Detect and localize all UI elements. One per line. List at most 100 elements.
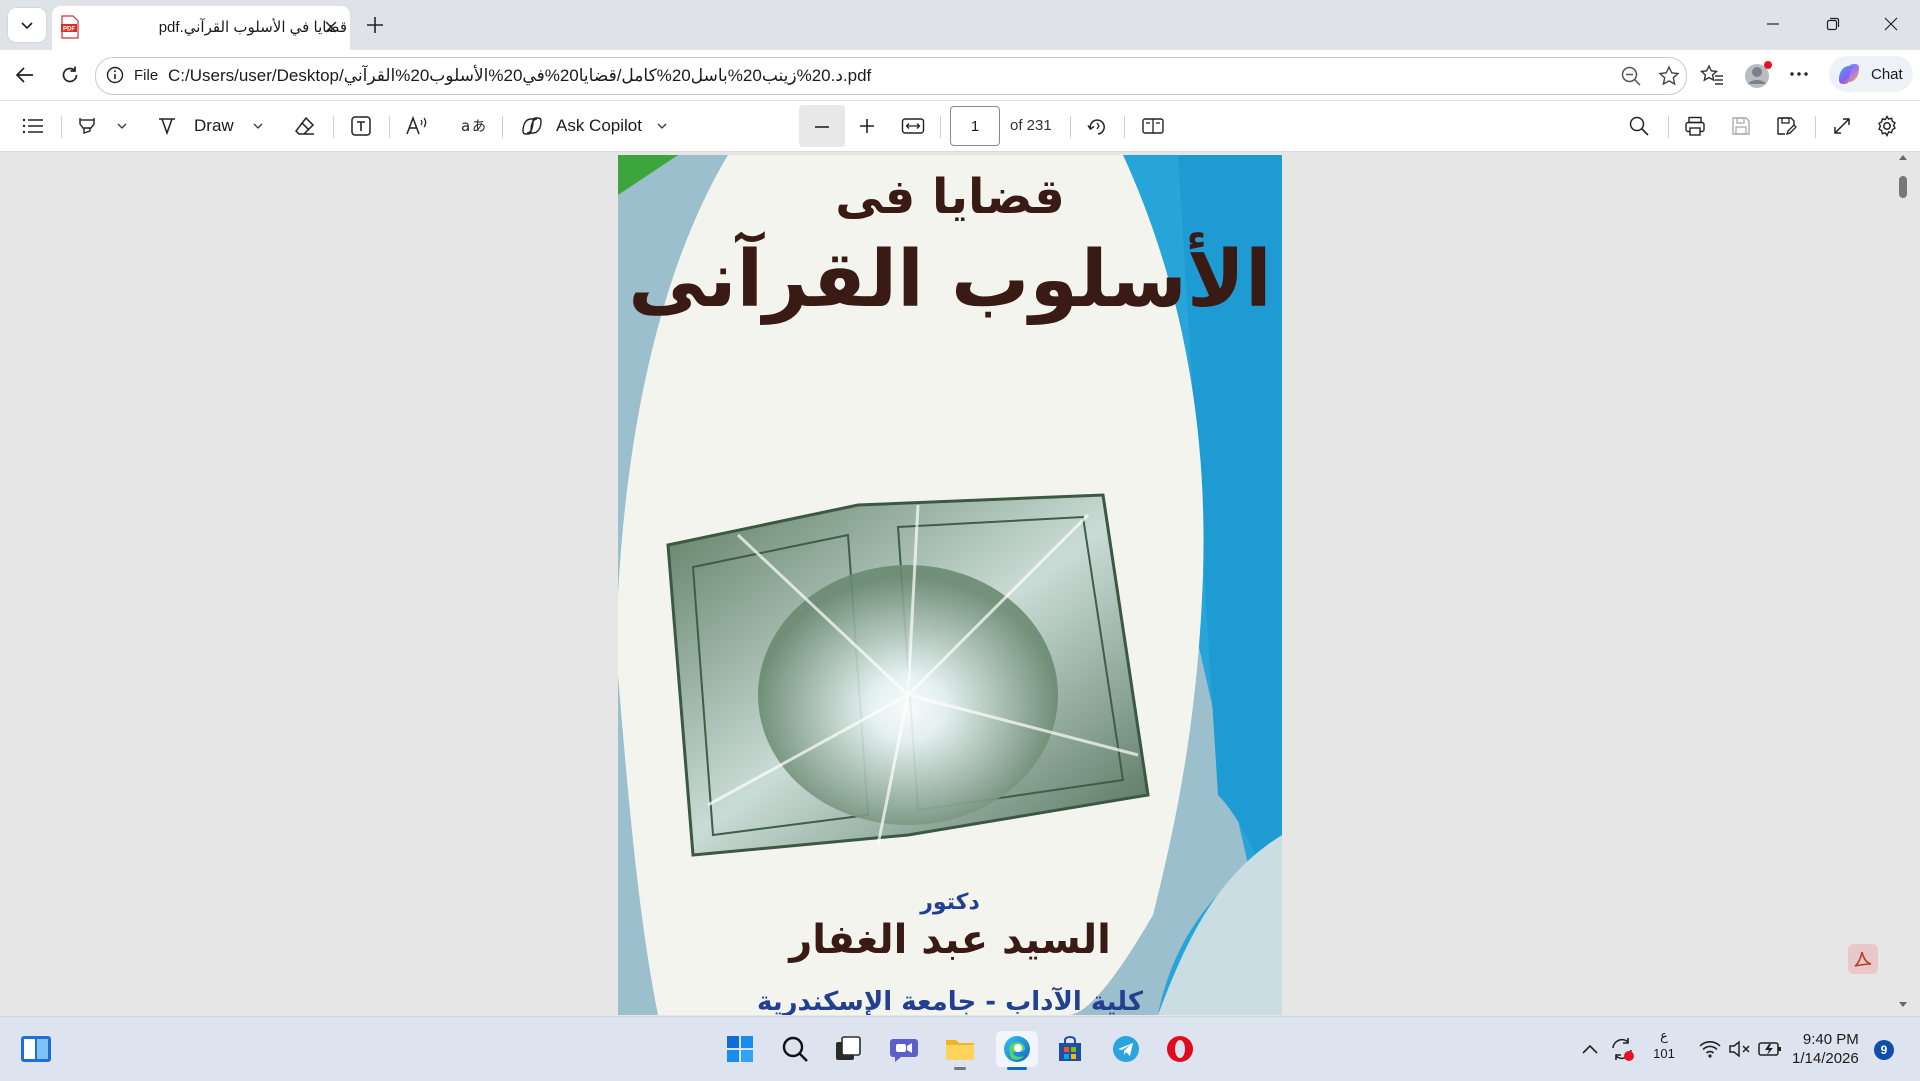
search-button[interactable] xyxy=(1624,111,1654,141)
zoom-out-button[interactable] xyxy=(799,105,845,147)
new-tab-button[interactable] xyxy=(358,10,392,40)
page-view-icon xyxy=(1142,118,1164,134)
vertical-scrollbar[interactable] xyxy=(1892,152,1914,1016)
task-view-button[interactable] xyxy=(828,1031,868,1067)
cover-author-name: السيد عبد الغفار xyxy=(789,917,1111,963)
svg-text:PDF: PDF xyxy=(63,27,75,33)
svg-text:あ: あ xyxy=(472,119,486,135)
save-as-button[interactable] xyxy=(1771,111,1801,141)
refresh-button[interactable] xyxy=(53,58,87,92)
settings-button[interactable] xyxy=(1872,111,1902,141)
minimize-button[interactable] xyxy=(1744,0,1802,48)
erase-button[interactable] xyxy=(290,111,320,141)
more-options-icon[interactable] xyxy=(1787,64,1811,84)
translate-icon: aあ xyxy=(461,117,486,135)
quran-book-image xyxy=(666,493,1150,857)
close-icon xyxy=(1884,17,1898,31)
translate-button[interactable]: aあ xyxy=(458,111,488,141)
pdf-file-icon: PDF xyxy=(60,15,80,39)
tab-list-button[interactable] xyxy=(8,8,46,42)
chevron-down-icon xyxy=(19,17,35,33)
input-language-indicator[interactable]: ع 101 xyxy=(1652,1027,1676,1063)
search-icon xyxy=(1629,116,1649,136)
cover-affiliation: كلية الآداب - جامعة الإسكندرية xyxy=(757,987,1143,1015)
folder-icon xyxy=(946,1040,974,1060)
pdf-viewer-area[interactable]: قضايا فى الأسلوب القرآنى دكتور السيد عبد… xyxy=(0,152,1920,1016)
url-text[interactable]: C:/Users/user/Desktop/د.20%زينب20%باسل20… xyxy=(168,66,871,86)
address-bar[interactable]: File C:/Users/user/Desktop/د.20%زينب20%ب… xyxy=(95,57,1687,95)
toolbar-divider xyxy=(502,116,503,138)
favorite-star-icon[interactable] xyxy=(1658,65,1680,87)
show-hidden-icons-button[interactable] xyxy=(1572,1031,1608,1067)
copilot-outline-icon xyxy=(522,117,542,135)
tab-close-button[interactable] xyxy=(320,16,342,38)
restore-icon xyxy=(1826,17,1840,31)
copilot-chat-button[interactable]: Chat xyxy=(1829,56,1913,92)
contents-button[interactable] xyxy=(18,111,48,141)
file-explorer-button[interactable] xyxy=(940,1031,980,1070)
highlight-button[interactable] xyxy=(72,111,132,141)
eraser-icon xyxy=(295,116,315,135)
toolbar-divider xyxy=(61,116,62,138)
tab-strip: PDF قضايا في الأسلوب القرآني.pdf xyxy=(0,0,1920,50)
read-aloud-button[interactable] xyxy=(402,111,432,141)
sync-status-button[interactable] xyxy=(1604,1031,1640,1067)
page-number-input[interactable]: 1 xyxy=(950,106,1000,146)
chevron-down-icon xyxy=(253,123,263,129)
close-window-button[interactable] xyxy=(1862,0,1920,48)
rotate-button[interactable] xyxy=(1082,111,1112,141)
refresh-icon xyxy=(62,66,78,83)
tab-title: قضايا في الأسلوب القرآني.pdf xyxy=(158,19,347,36)
back-arrow-icon xyxy=(15,67,33,83)
edge-browser-button[interactable] xyxy=(996,1031,1038,1070)
back-button[interactable] xyxy=(8,58,42,92)
page-view-button[interactable] xyxy=(1138,111,1168,141)
notification-badge[interactable]: 9 xyxy=(1874,1040,1894,1060)
telegram-button[interactable] xyxy=(1106,1031,1146,1067)
microsoft-store-button[interactable] xyxy=(1050,1031,1090,1067)
taskbar: ع 101 9:40 PM 1/14/2026 9 xyxy=(0,1016,1920,1081)
opera-browser-button[interactable] xyxy=(1160,1031,1200,1067)
draw-pen-icon xyxy=(159,118,175,136)
system-clock[interactable]: 9:40 PM 1/14/2026 xyxy=(1792,1030,1859,1068)
close-icon xyxy=(325,21,337,33)
print-button[interactable] xyxy=(1680,111,1710,141)
address-row: File C:/Users/user/Desktop/د.20%زينب20%ب… xyxy=(0,50,1920,100)
favorites-icon[interactable] xyxy=(1700,64,1724,86)
draw-label: Draw xyxy=(194,116,234,135)
draw-button[interactable]: Draw xyxy=(156,111,270,141)
plus-icon xyxy=(367,17,383,33)
expand-icon xyxy=(1834,118,1850,134)
chevron-up-icon xyxy=(1582,1044,1598,1054)
page-total: of 231 xyxy=(1010,117,1052,134)
ask-copilot-button[interactable]: Ask Copilot xyxy=(520,111,670,141)
zoom-in-button[interactable] xyxy=(852,111,882,141)
restore-button[interactable] xyxy=(1804,0,1862,48)
read-aloud-icon xyxy=(406,115,427,135)
start-button[interactable] xyxy=(720,1031,760,1067)
profile-avatar[interactable] xyxy=(1742,59,1774,91)
ask-copilot-label: Ask Copilot xyxy=(556,116,642,135)
widgets-button[interactable] xyxy=(16,1031,56,1067)
cover-title-line2: الأسلوب القرآنى xyxy=(628,235,1272,325)
browser-tab-active[interactable]: PDF قضايا في الأسلوب القرآني.pdf xyxy=(52,6,350,50)
save-button[interactable] xyxy=(1726,111,1756,141)
chat-label: Chat xyxy=(1871,65,1903,83)
site-info-chip[interactable]: File xyxy=(106,66,158,84)
full-screen-button[interactable] xyxy=(1827,111,1857,141)
widgets-icon xyxy=(21,1036,51,1062)
meet-app-button[interactable] xyxy=(884,1031,924,1067)
battery-button[interactable] xyxy=(1752,1031,1788,1067)
fit-width-icon xyxy=(901,118,925,134)
acrobat-button[interactable] xyxy=(1848,944,1878,974)
fit-to-width-button[interactable] xyxy=(898,111,928,141)
zoom-out-icon[interactable] xyxy=(1620,65,1642,87)
add-text-button[interactable] xyxy=(346,111,376,141)
toolbar-divider xyxy=(1124,116,1125,138)
language-code: 101 xyxy=(1653,1046,1675,1061)
toolbar-divider xyxy=(940,116,941,138)
print-icon xyxy=(1685,116,1705,136)
gear-icon xyxy=(1878,115,1896,137)
taskbar-search-button[interactable] xyxy=(775,1031,815,1067)
toolbar-divider xyxy=(1668,116,1669,138)
